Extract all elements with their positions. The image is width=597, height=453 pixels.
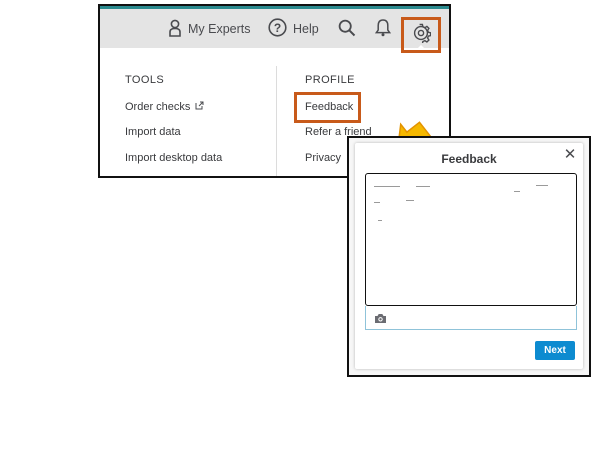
tools-title: TOOLS bbox=[125, 74, 165, 86]
attachment-bar[interactable] bbox=[365, 306, 577, 330]
help-label: Help bbox=[293, 22, 319, 36]
help-icon: ? bbox=[268, 18, 287, 40]
faded-text bbox=[536, 185, 548, 186]
feedback-link[interactable]: Feedback bbox=[305, 101, 353, 113]
faded-text bbox=[514, 191, 520, 192]
gear-icon bbox=[411, 23, 432, 48]
bell-icon bbox=[374, 18, 392, 40]
menu-divider bbox=[276, 66, 277, 176]
next-button[interactable]: Next bbox=[535, 341, 575, 360]
top-header-bar: My Experts ? Help bbox=[100, 6, 449, 53]
feedback-dialog: Feedback ✕ Next bbox=[355, 143, 583, 369]
feedback-textarea[interactable] bbox=[365, 173, 577, 306]
faded-text bbox=[374, 186, 400, 187]
external-link-icon bbox=[195, 101, 204, 113]
import-data-link[interactable]: Import data bbox=[125, 126, 181, 138]
faded-text bbox=[406, 200, 414, 201]
import-desktop-data-link[interactable]: Import desktop data bbox=[125, 152, 222, 164]
search-icon bbox=[338, 19, 356, 40]
notifications-button[interactable] bbox=[374, 16, 392, 42]
svg-text:?: ? bbox=[274, 21, 281, 35]
close-icon[interactable]: ✕ bbox=[563, 147, 577, 162]
feedback-dialog-screenshot: Feedback ✕ Next bbox=[347, 136, 591, 377]
help-link[interactable]: ? Help bbox=[268, 16, 319, 42]
faded-text bbox=[374, 202, 380, 203]
menu-caret bbox=[417, 45, 425, 49]
search-button[interactable] bbox=[338, 16, 356, 42]
order-checks-label: Order checks bbox=[125, 101, 191, 113]
profile-title: PROFILE bbox=[305, 74, 355, 86]
my-experts-label: My Experts bbox=[188, 22, 251, 36]
privacy-link[interactable]: Privacy bbox=[305, 152, 341, 164]
my-experts-link[interactable]: My Experts bbox=[168, 16, 251, 42]
faded-text bbox=[378, 220, 382, 221]
dialog-title: Feedback bbox=[441, 152, 497, 166]
order-checks-link[interactable]: Order checks bbox=[125, 101, 204, 113]
faded-text bbox=[416, 186, 430, 187]
person-icon bbox=[168, 19, 182, 40]
camera-icon[interactable] bbox=[374, 311, 387, 329]
